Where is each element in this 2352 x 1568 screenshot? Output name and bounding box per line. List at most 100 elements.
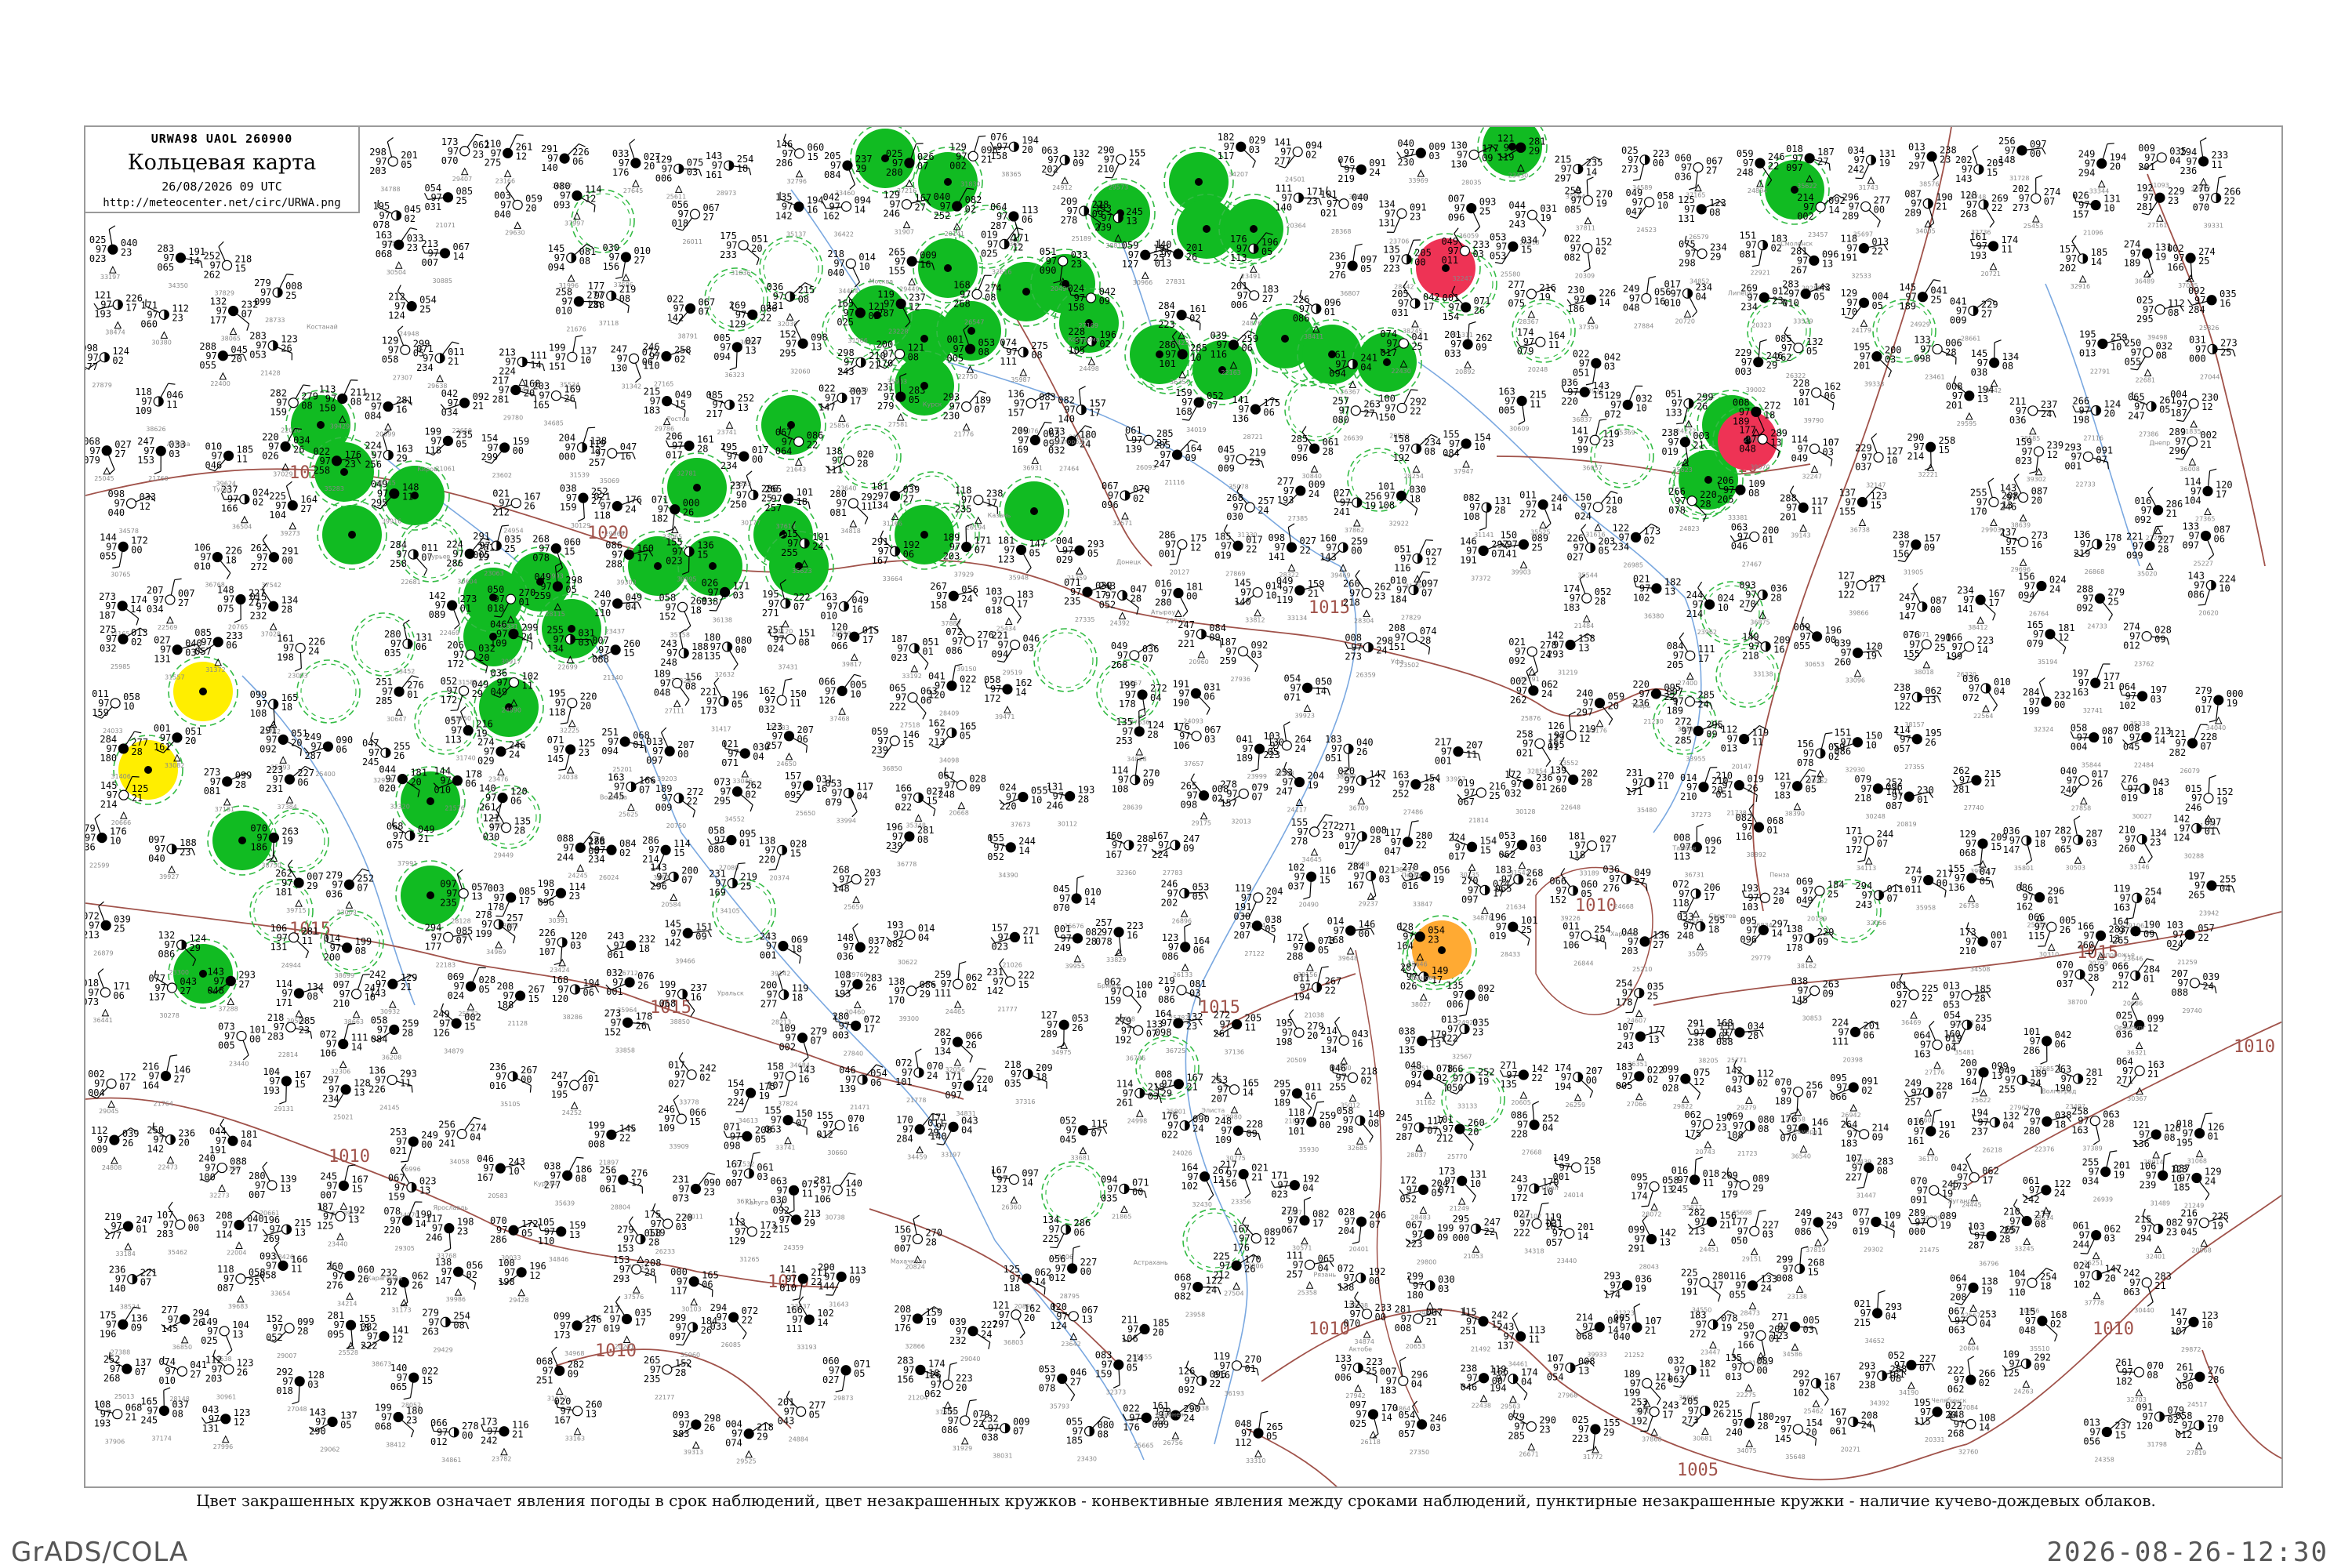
svg-text:21484: 21484 bbox=[1574, 622, 1594, 630]
svg-text:108: 108 bbox=[1377, 499, 1395, 510]
svg-text:38791: 38791 bbox=[678, 332, 698, 339]
svg-text:078: 078 bbox=[1668, 505, 1686, 516]
station-model: 137971551231536738 bbox=[1838, 486, 1887, 534]
cloud-cover-icon bbox=[738, 240, 749, 251]
svg-text:094: 094 bbox=[2018, 590, 2035, 601]
cloud-cover-icon bbox=[2142, 347, 2154, 358]
svg-text:143: 143 bbox=[1319, 551, 1337, 562]
station-model: 074970100412728148 bbox=[158, 1356, 207, 1403]
cloud-cover-icon bbox=[379, 1330, 390, 1342]
svg-text:234: 234 bbox=[1613, 541, 1630, 552]
svg-text:16: 16 bbox=[2031, 539, 2042, 550]
station-model: 132970702330034874 bbox=[1344, 1291, 1392, 1345]
station-model: 155972782722334645 bbox=[1291, 814, 1339, 863]
cloud-cover-icon bbox=[670, 504, 681, 515]
station-model: 118971012590035930 bbox=[1288, 1101, 1336, 1153]
svg-text:07: 07 bbox=[975, 405, 985, 416]
station-model: 250971422362022473 bbox=[147, 1122, 195, 1171]
svg-text:165: 165 bbox=[532, 400, 550, 411]
svg-text:09: 09 bbox=[1185, 452, 1196, 463]
wind-barb-icon bbox=[1352, 245, 1356, 262]
station-model: 039972322272429040 bbox=[949, 1316, 998, 1363]
station-model: 025972231552931772 bbox=[1572, 1414, 1621, 1461]
cloud-cover-icon bbox=[1747, 1280, 1759, 1291]
wind-barb-icon bbox=[1632, 997, 1639, 1013]
wind-barb-icon bbox=[409, 1382, 414, 1398]
cloud-cover-icon bbox=[1696, 204, 1707, 215]
svg-text:14: 14 bbox=[453, 251, 464, 262]
cloud-cover-icon bbox=[503, 147, 514, 158]
city-label: Рязань bbox=[1313, 1271, 1336, 1278]
svg-text:21428: 21428 bbox=[260, 370, 280, 377]
svg-text:28: 28 bbox=[857, 459, 868, 470]
svg-text:28: 28 bbox=[1945, 347, 1956, 358]
station-model: 157970232711121026 bbox=[990, 922, 1040, 968]
cloud-cover-icon bbox=[849, 631, 860, 642]
wind-barb-icon bbox=[2205, 589, 2211, 605]
svg-text:20: 20 bbox=[2110, 162, 2121, 172]
svg-text:05: 05 bbox=[1029, 547, 1040, 558]
svg-text:21: 21 bbox=[1308, 588, 1319, 599]
wind-barb-icon bbox=[629, 143, 635, 159]
svg-text:032: 032 bbox=[100, 643, 117, 654]
svg-text:15: 15 bbox=[808, 151, 818, 162]
cloud-cover-icon bbox=[234, 1219, 245, 1231]
cloud-cover-icon bbox=[1173, 587, 1184, 599]
svg-text:025: 025 bbox=[981, 248, 998, 259]
svg-text:32922: 32922 bbox=[1388, 520, 1408, 527]
station-model: 299970082681523138 bbox=[1777, 1246, 1824, 1300]
station-model: 290972142581532221 bbox=[1907, 432, 1956, 478]
city-label: Астана bbox=[167, 441, 191, 448]
station-model: 082971160680138892 bbox=[1736, 804, 1784, 858]
svg-text:169: 169 bbox=[1011, 444, 1029, 455]
svg-text:39150: 39150 bbox=[956, 666, 976, 673]
cloud-cover-icon bbox=[1733, 780, 1744, 791]
svg-text:23: 23 bbox=[407, 242, 418, 253]
svg-text:17: 17 bbox=[1089, 408, 1100, 419]
svg-text:19: 19 bbox=[2155, 251, 2166, 262]
source-url[interactable]: http://meteocenter.net/circ/URWA.png bbox=[85, 197, 358, 209]
station-model: 054970710501439923 bbox=[1284, 673, 1333, 719]
station-model: 160971672882732360 bbox=[1105, 830, 1154, 877]
svg-text:02: 02 bbox=[112, 355, 123, 366]
cloud-cover-icon bbox=[622, 1017, 633, 1028]
cloud-cover-icon bbox=[1812, 631, 1823, 642]
cloud-cover-icon bbox=[1465, 989, 1475, 1000]
svg-text:25453: 25453 bbox=[2024, 223, 2043, 230]
cloud-cover-icon bbox=[1515, 142, 1526, 153]
cloud-cover-icon bbox=[439, 248, 451, 259]
svg-text:25: 25 bbox=[2107, 596, 2118, 607]
station-model: 097970401882339927 bbox=[148, 834, 197, 880]
wind-barb-icon bbox=[1864, 844, 1869, 861]
city-label: Казань bbox=[988, 512, 1011, 519]
cloud-cover-icon bbox=[2194, 1127, 2205, 1139]
cloud-cover-icon bbox=[1814, 885, 1825, 896]
svg-text:141: 141 bbox=[1500, 548, 1517, 559]
wind-barb-icon bbox=[1759, 249, 1762, 266]
cloud-cover-icon bbox=[294, 1376, 305, 1387]
cloud-cover-icon bbox=[677, 601, 688, 612]
cloud-cover-icon bbox=[2198, 1218, 2209, 1229]
cloud-cover-icon bbox=[2203, 793, 2214, 804]
cloud-cover-icon bbox=[506, 892, 517, 903]
svg-text:05: 05 bbox=[1813, 292, 1824, 303]
svg-text:13: 13 bbox=[1578, 643, 1589, 654]
svg-text:038: 038 bbox=[1971, 367, 1988, 378]
svg-text:24894: 24894 bbox=[1748, 187, 1767, 194]
svg-text:02: 02 bbox=[1099, 339, 1110, 350]
svg-text:17: 17 bbox=[1988, 597, 1999, 608]
cloud-cover-icon bbox=[2097, 338, 2108, 350]
station-model: 067970960790232571 bbox=[1102, 481, 1150, 527]
station-model: 134971310912323706 bbox=[1378, 198, 1427, 245]
station-model: 225971912801734550 bbox=[1681, 1268, 1730, 1314]
svg-text:17: 17 bbox=[2216, 488, 2227, 499]
cloud-cover-icon bbox=[1011, 1309, 1022, 1320]
svg-text:24: 24 bbox=[1308, 488, 1319, 499]
station-model: 199970681802338412 bbox=[375, 1403, 423, 1449]
station-model: 099972911421328043 bbox=[1628, 1215, 1676, 1271]
cloud-cover-icon bbox=[175, 1219, 186, 1230]
station-model: 290971441130931643 bbox=[818, 1261, 866, 1308]
station-model: 067972231990929800 bbox=[1405, 1219, 1454, 1265]
cloud-cover-icon bbox=[620, 252, 632, 263]
svg-text:24: 24 bbox=[1369, 167, 1380, 178]
